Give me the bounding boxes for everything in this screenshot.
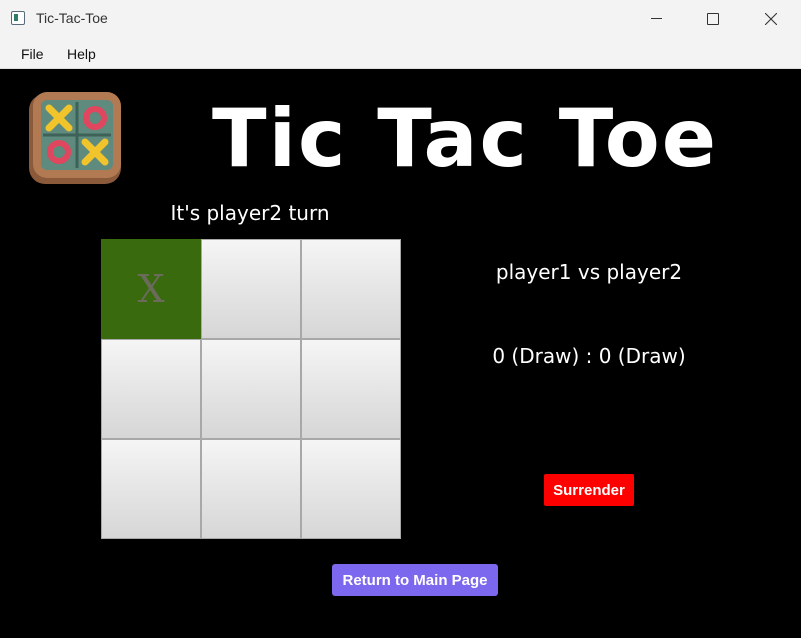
tic-tac-toe-logo <box>29 92 121 184</box>
return-main-page-button[interactable]: Return to Main Page <box>332 564 498 596</box>
menu-bar: File Help <box>0 38 801 69</box>
app-icon <box>11 11 25 25</box>
surrender-button[interactable]: Surrender <box>544 474 634 506</box>
board-cell-7[interactable] <box>201 439 301 539</box>
board-cell-4[interactable] <box>201 339 301 439</box>
board-cell-0[interactable]: X <box>101 239 201 339</box>
menu-help[interactable]: Help <box>67 46 96 62</box>
board-cell-8[interactable] <box>301 439 401 539</box>
maximize-button[interactable] <box>684 0 742 38</box>
board-cell-5[interactable] <box>301 339 401 439</box>
menu-file[interactable]: File <box>21 46 44 62</box>
title-bar: Tic-Tac-Toe <box>0 0 801 38</box>
board-cell-3[interactable] <box>101 339 201 439</box>
board-cell-1[interactable] <box>201 239 301 339</box>
score-label: 0 (Draw) : 0 (Draw) <box>492 344 686 368</box>
close-button[interactable] <box>742 0 800 38</box>
turn-indicator: It's player2 turn <box>170 201 330 225</box>
game-board: X <box>101 239 401 539</box>
minimize-button[interactable] <box>627 0 685 38</box>
board-cell-6[interactable] <box>101 439 201 539</box>
window-title: Tic-Tac-Toe <box>36 10 108 26</box>
game-title: Tic Tac Toe <box>212 92 718 185</box>
matchup-label: player1 vs player2 <box>495 260 683 284</box>
close-icon <box>765 13 777 25</box>
board-cell-2[interactable] <box>301 239 401 339</box>
